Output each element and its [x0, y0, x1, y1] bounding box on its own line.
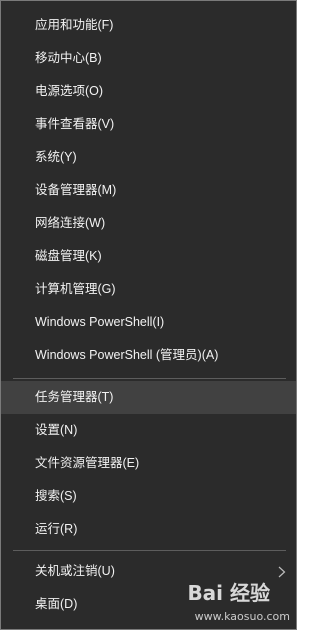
menu-item-power-options[interactable]: 电源选项(O): [1, 75, 296, 108]
menu-item-network-connections[interactable]: 网络连接(W): [1, 207, 296, 240]
menu-item-settings[interactable]: 设置(N): [1, 414, 296, 447]
menu-item-label: 移动中心(B): [35, 51, 102, 65]
menu-item-label: 搜索(S): [35, 489, 77, 503]
menu-item-computer-management[interactable]: 计算机管理(G): [1, 273, 296, 306]
menu-item-label: 计算机管理(G): [35, 282, 116, 296]
menu-item-label: 应用和功能(F): [35, 18, 114, 32]
menu-item-event-viewer[interactable]: 事件查看器(V): [1, 108, 296, 141]
menu-item-label: 任务管理器(T): [35, 390, 114, 404]
menu-item-label: 事件查看器(V): [35, 117, 115, 131]
menu-item-label: 运行(R): [35, 522, 78, 536]
menu-item-system[interactable]: 系统(Y): [1, 141, 296, 174]
menu-item-label: 桌面(D): [35, 597, 78, 611]
menu-item-label: Windows PowerShell (管理员)(A): [35, 348, 219, 362]
watermark-logo: Bai 经验: [187, 581, 270, 605]
menu-item-label: 系统(Y): [35, 150, 77, 164]
menu-item-powershell[interactable]: Windows PowerShell(I): [1, 306, 296, 339]
watermark: Bai 经验 www.kaosuo.com: [170, 577, 290, 623]
menu-item-label: 网络连接(W): [35, 216, 106, 230]
menu-item-label: 磁盘管理(K): [35, 249, 102, 263]
menu-item-label: 设置(N): [35, 423, 78, 437]
menu-item-apps-features[interactable]: 应用和功能(F): [1, 9, 296, 42]
menu-item-label: 文件资源管理器(E): [35, 456, 140, 470]
menu-item-disk-management[interactable]: 磁盘管理(K): [1, 240, 296, 273]
menu-item-mobility-center[interactable]: 移动中心(B): [1, 42, 296, 75]
menu-item-label: 电源选项(O): [35, 84, 104, 98]
menu-item-label: Windows PowerShell(I): [35, 315, 165, 329]
watermark-url: www.kaosuo.com: [194, 610, 290, 623]
menu-item-label: 关机或注销(U): [35, 564, 115, 578]
context-menu: 应用和功能(F) 移动中心(B) 电源选项(O) 事件查看器(V) 系统(Y) …: [0, 0, 297, 630]
menu-item-device-manager[interactable]: 设备管理器(M): [1, 174, 296, 207]
menu-item-label: 设备管理器(M): [35, 183, 117, 197]
menu-item-powershell-admin[interactable]: Windows PowerShell (管理员)(A): [1, 339, 296, 372]
menu-separator: [13, 378, 286, 379]
menu-item-search[interactable]: 搜索(S): [1, 480, 296, 513]
menu-item-run[interactable]: 运行(R): [1, 513, 296, 546]
menu-item-file-explorer[interactable]: 文件资源管理器(E): [1, 447, 296, 480]
menu-item-task-manager[interactable]: 任务管理器(T): [1, 381, 296, 414]
menu-separator: [13, 550, 286, 551]
